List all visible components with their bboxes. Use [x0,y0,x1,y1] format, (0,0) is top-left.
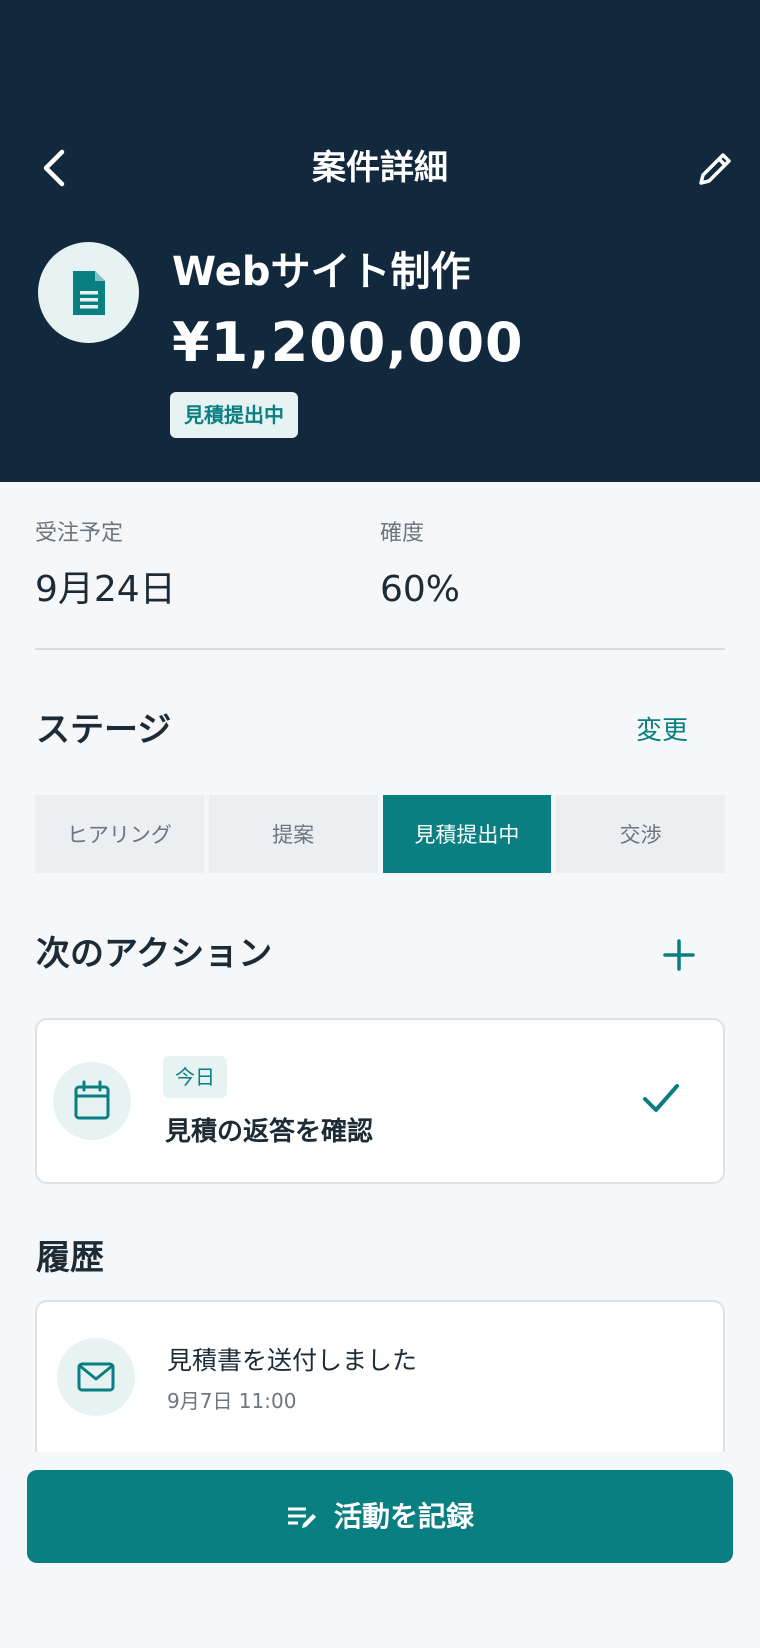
note-edit-icon [287,1507,316,1528]
probability-value: 60% [380,569,461,610]
status-badge: 見積提出中 [170,392,298,438]
expected-close-label: 受注予定 [35,521,124,546]
deal-avatar [38,242,139,343]
stage-proposal[interactable]: 提案 [208,795,378,873]
due-badge: 今日 [163,1056,227,1098]
action-card[interactable]: 今日 見積の返答を確認 [35,1018,725,1184]
stage-negotiation[interactable]: 交渉 [556,795,725,873]
history-item-time: 9月7日 11:00 [167,1389,297,1413]
divider [35,648,725,650]
add-action-button[interactable] [660,936,698,974]
calendar-icon [74,1080,110,1120]
stage-hearing[interactable]: ヒアリング [35,795,204,873]
deal-amount: ¥1,200,000 [172,311,524,374]
deal-header: 案件詳細 Webサイト制作 ¥1,200,000 見積提出中 [0,0,760,482]
stage-progress: ヒアリング 提案 見積提出中 交渉 [35,795,725,873]
history-icon-circle [57,1338,135,1416]
edit-button[interactable] [692,146,738,192]
change-stage-button[interactable]: 変更 [636,712,688,750]
probability-label: 確度 [380,521,425,546]
record-activity-button[interactable]: 活動を記録 [27,1470,733,1563]
complete-action-button[interactable] [639,1076,683,1120]
pencil-icon [699,153,731,185]
page-title: 案件詳細 [312,148,448,188]
document-icon [72,270,105,315]
check-icon [643,1084,679,1112]
history-title: 履歴 [36,1238,104,1278]
action-title: 見積の返答を確認 [165,1117,374,1147]
plus-icon [663,939,695,971]
history-item-title: 見積書を送付しました [167,1346,418,1375]
mail-icon [77,1362,115,1392]
next-actions-title: 次のアクション [36,934,273,974]
deal-name: Webサイト制作 [172,249,471,295]
stage-section-title: ステージ [36,710,172,750]
stage-estimate-submitted[interactable]: 見積提出中 [382,795,552,873]
action-icon-circle [53,1062,131,1140]
expected-close-value: 9月24日 [35,569,176,610]
record-activity-label: 活動を記録 [333,1499,474,1533]
